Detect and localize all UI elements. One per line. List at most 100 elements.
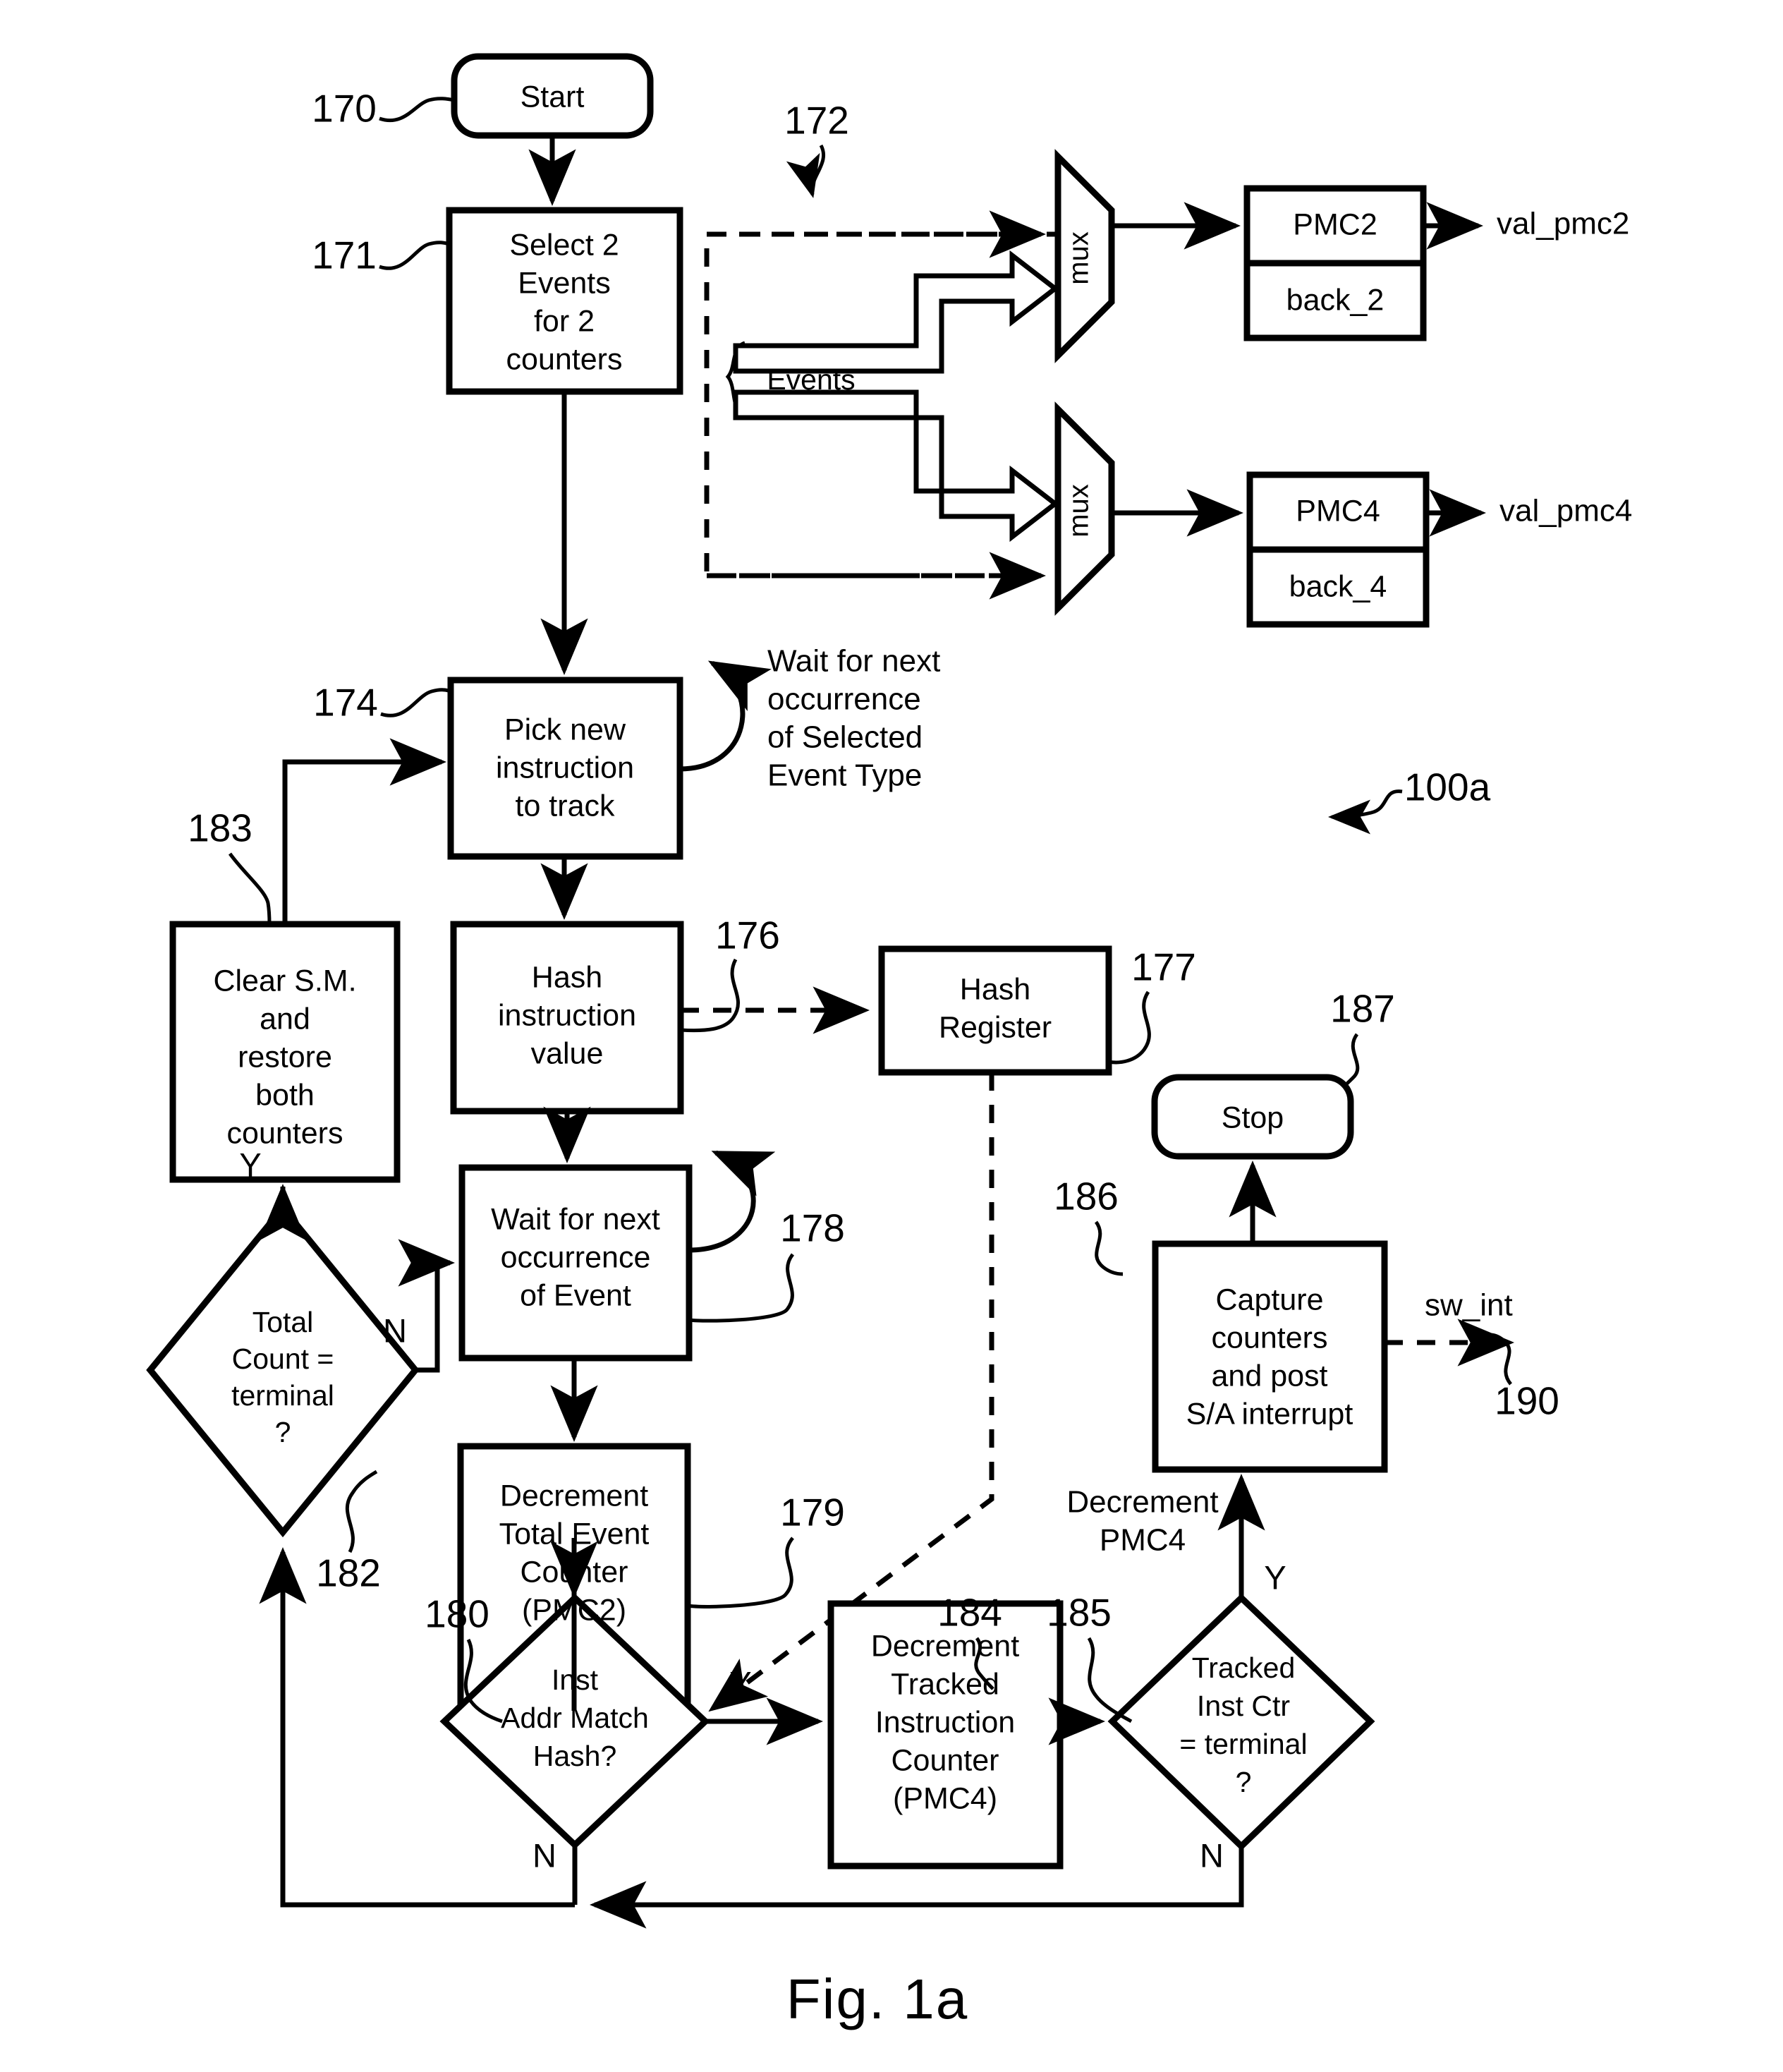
hashreg-line-1: Register — [939, 1010, 1052, 1044]
edge-pick-selfloop — [679, 660, 772, 772]
dectot-line-1: Total Event — [499, 1517, 650, 1551]
pmc2-top-label: PMC2 — [1293, 207, 1377, 241]
instmatch-line-1: Addr Match — [501, 1702, 649, 1734]
ref-172: 172 — [784, 99, 849, 198]
events-bus-lower — [733, 389, 1059, 543]
events-bus: Events — [725, 250, 1059, 543]
ref-172-text: 172 — [784, 99, 849, 143]
ref-184-text: 184 — [937, 1591, 1002, 1635]
totcnt-line-2: terminal — [231, 1379, 334, 1412]
annotation-wait-selected-event: Wait for next occurrence of Selected Eve… — [767, 644, 940, 793]
sw-int-label: sw_int — [1425, 1288, 1513, 1323]
pick-instruction-text: Pick new instruction to track — [496, 713, 634, 823]
clear-line-3: both — [255, 1078, 315, 1112]
ref-100a: 100a — [1328, 765, 1491, 835]
branch-match-no: N — [533, 1836, 556, 1874]
register-pmc2: PMC2 back_2 — [1243, 185, 1427, 341]
annotation-decrement-pmc4: Decrement PMC4 — [1066, 1485, 1218, 1558]
ref-190: 190 — [1489, 1333, 1559, 1423]
ref-178: 178 — [688, 1206, 845, 1323]
ref-182-text: 182 — [316, 1551, 381, 1595]
instmatch-line-0: Inst — [552, 1664, 599, 1696]
events-bus-upper — [733, 250, 1059, 374]
branch-match-yes: Y — [729, 1664, 751, 1702]
ref-171-text: 171 — [312, 234, 377, 277]
pmc2-bottom-label: back_2 — [1286, 283, 1385, 317]
ref-170: 170 — [312, 87, 455, 131]
select-line-0: Select 2 — [509, 228, 619, 262]
capture-line-0: Capture — [1216, 1283, 1324, 1316]
decrement-tracked-text: Decrement Tracked Instruction Counter (P… — [871, 1629, 1019, 1815]
node-capture-counters — [1152, 1240, 1388, 1473]
totcnt-line-3: ? — [275, 1416, 291, 1448]
select-line-2: for 2 — [534, 304, 595, 338]
ref-176: 176 — [680, 914, 780, 1033]
ref-190-text: 190 — [1495, 1379, 1559, 1423]
ref-180-text: 180 — [425, 1592, 489, 1636]
waitsel-line-1: occurrence — [767, 682, 921, 717]
patent-figure-1a: mux mux Events PMC2 back_2 val_pmc2 PMC4… — [0, 0, 1783, 2072]
val-pmc2-label: val_pmc2 — [1497, 207, 1629, 241]
mux-top-label: mux — [1064, 231, 1095, 285]
waitev-line-2: of Event — [520, 1278, 631, 1312]
stop-label: Stop — [1222, 1101, 1284, 1134]
trkctr-line-3: ? — [1236, 1766, 1252, 1798]
pick-line-0: Pick new — [504, 713, 626, 746]
mux-bottom: mux — [1054, 401, 1115, 616]
pmc4-top-label: PMC4 — [1296, 494, 1380, 528]
dectot-line-2: Counter — [521, 1555, 628, 1589]
ref-176-text: 176 — [715, 914, 780, 957]
mux-bottom-label: mux — [1064, 484, 1095, 538]
totcnt-line-1: Count = — [232, 1343, 334, 1375]
hash-line-0: Hash — [532, 960, 602, 994]
flowchart-canvas: mux mux Events PMC2 back_2 val_pmc2 PMC4… — [146, 53, 1632, 2030]
instmatch-line-2: Hash? — [533, 1740, 617, 1772]
trkctr-line-1: Inst Ctr — [1197, 1690, 1290, 1722]
waitev-line-0: Wait for next — [491, 1202, 660, 1236]
branch-total-no: N — [383, 1311, 407, 1349]
dectrk-line-1: Tracked — [891, 1667, 999, 1701]
dectrk-line-3: Counter — [892, 1743, 999, 1777]
capture-line-2: and post — [1212, 1359, 1328, 1393]
branch-tracked-no: N — [1200, 1836, 1224, 1874]
branch-tracked-yes: Y — [1264, 1558, 1286, 1596]
ref-183-text: 183 — [188, 806, 252, 850]
ref-187: 187 — [1330, 987, 1395, 1089]
edge-wait-selfloop — [688, 1150, 776, 1253]
clear-line-0: Clear S.M. — [213, 964, 356, 998]
pmc4-bottom-label: back_4 — [1289, 569, 1387, 603]
pick-line-2: to track — [516, 789, 615, 823]
start-label: Start — [521, 80, 585, 114]
mux-top: mux — [1054, 149, 1115, 363]
register-pmc4: PMC4 back_4 — [1246, 471, 1430, 628]
ref-183: 183 — [188, 806, 272, 925]
branch-total-yes: Y — [239, 1146, 261, 1183]
dectrk-line-2: Instruction — [875, 1705, 1015, 1739]
ref-177: 177 — [1108, 945, 1196, 1065]
ref-178-text: 178 — [780, 1206, 845, 1250]
edge-total-no-to-wait — [398, 1239, 455, 1373]
ref-174-text: 174 — [313, 681, 378, 725]
ref-187-text: 187 — [1330, 987, 1395, 1031]
hash-line-1: instruction — [498, 998, 636, 1032]
capture-line-3: S/A interrupt — [1186, 1397, 1353, 1431]
capture-line-1: counters — [1212, 1321, 1328, 1355]
totcnt-line-0: Total — [252, 1306, 314, 1338]
select-line-1: Events — [518, 266, 610, 300]
ref-174: 174 — [313, 681, 451, 725]
ref-171: 171 — [312, 234, 450, 277]
ref-170-text: 170 — [312, 87, 377, 131]
dectot-line-3: (PMC2) — [522, 1593, 626, 1627]
ref-182: 182 — [316, 1470, 381, 1595]
select-line-3: counters — [506, 342, 623, 376]
val-pmc4-label: val_pmc4 — [1499, 494, 1632, 528]
waitsel-line-0: Wait for next — [767, 644, 940, 679]
waitsel-line-3: Event Type — [767, 758, 922, 793]
ref-179-text: 179 — [780, 1491, 845, 1534]
clear-line-1: and — [260, 1002, 310, 1036]
events-bus-label: Events — [767, 363, 855, 396]
trkctr-line-2: = terminal — [1179, 1728, 1307, 1760]
dectrk-line-0: Decrement — [871, 1629, 1019, 1663]
ref-185-text: 185 — [1047, 1591, 1112, 1635]
node-tracked-ctr-terminal — [1107, 1593, 1375, 1851]
